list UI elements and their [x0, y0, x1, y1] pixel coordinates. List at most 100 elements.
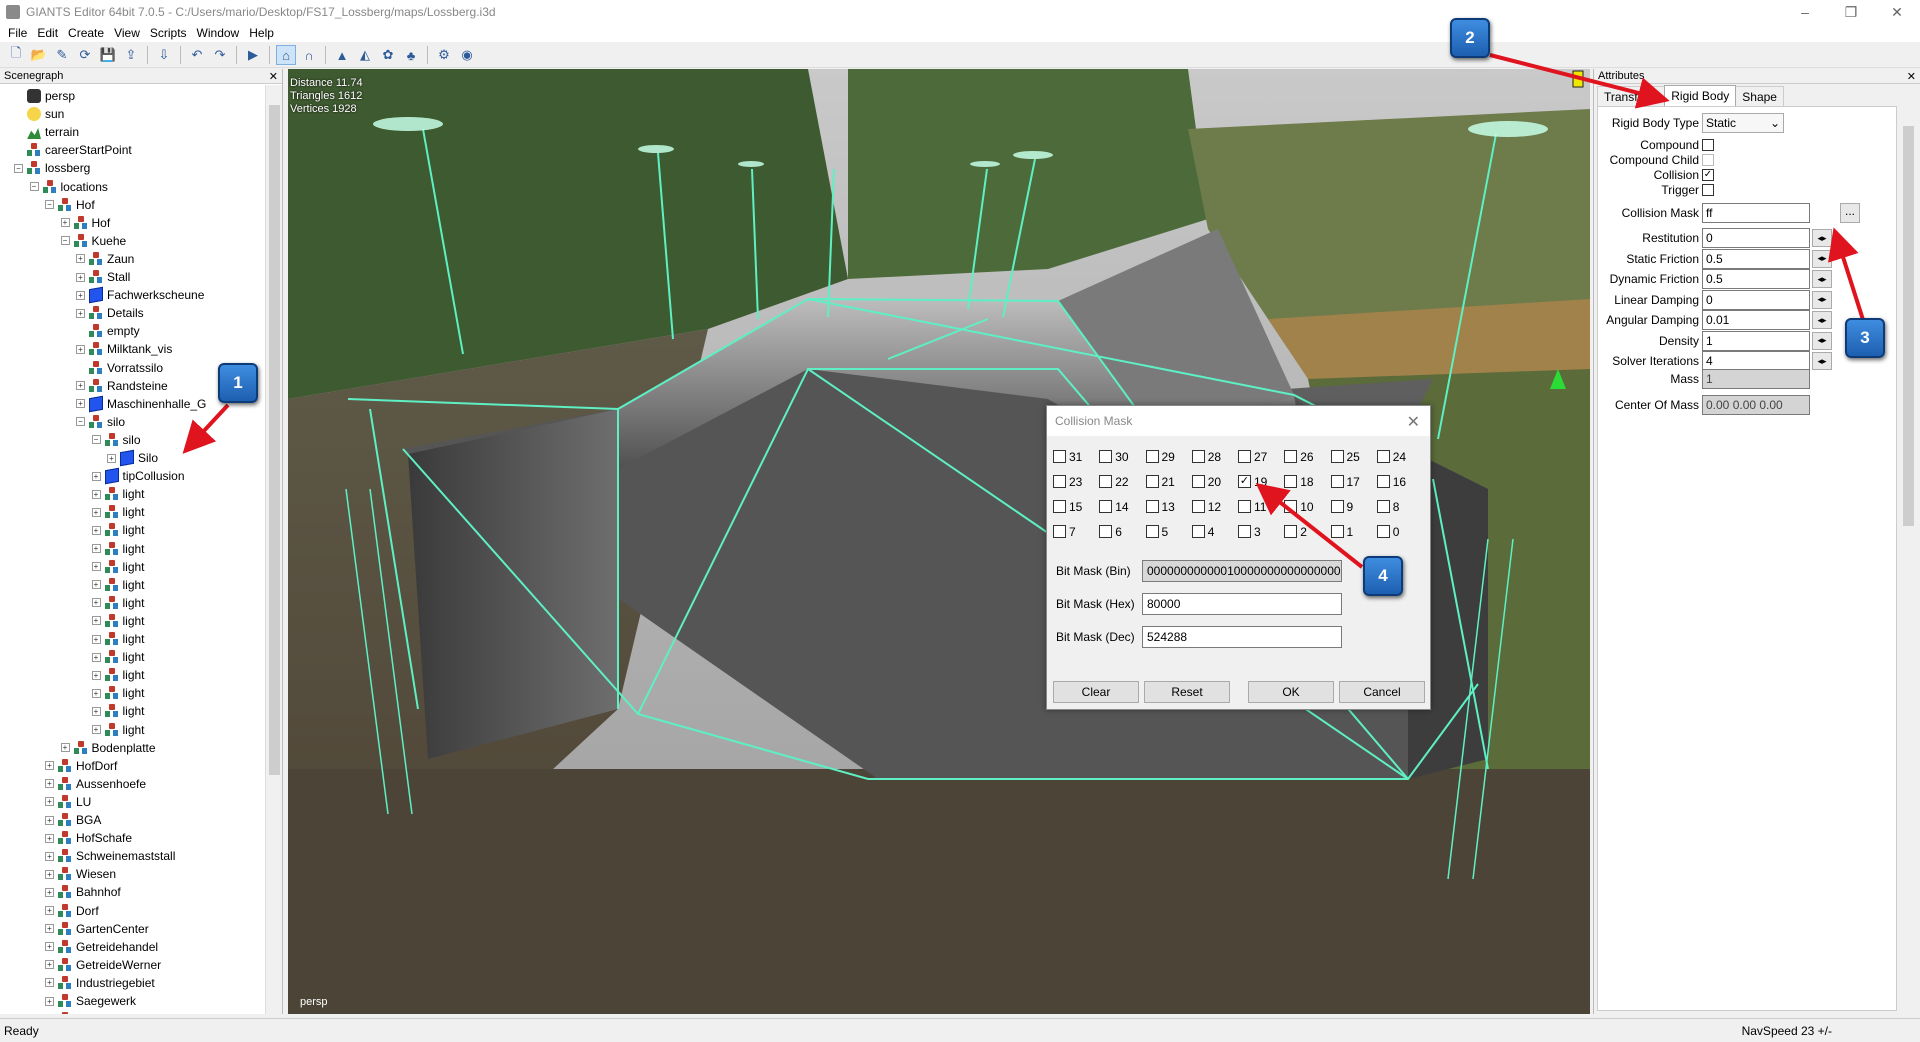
spin-arrows-icon[interactable]: ◂▸	[1812, 311, 1832, 329]
bit-checkbox[interactable]: 28	[1191, 450, 1238, 464]
tree-item[interactable]: − silo	[76, 413, 125, 431]
bit-checkbox[interactable]: 12	[1191, 500, 1238, 514]
tree-item[interactable]: terrain	[14, 123, 79, 141]
expand-icon[interactable]: +	[91, 471, 101, 481]
tab-transform[interactable]: Transform	[1597, 86, 1666, 106]
solver-iterations-input[interactable]: 4	[1702, 351, 1810, 371]
expand-icon[interactable]: +	[76, 381, 85, 391]
tree-item[interactable]: + Randsteine	[76, 377, 168, 395]
tree-item[interactable]: + Getreidehandel	[45, 938, 158, 956]
tree-item[interactable]: + Zaun	[76, 250, 134, 268]
bit-checkbox[interactable]: 26	[1284, 450, 1330, 464]
expand-icon[interactable]: +	[91, 562, 101, 572]
bit-checkbox[interactable]: 4	[1191, 525, 1238, 539]
tree-item[interactable]: + light	[91, 540, 145, 558]
collapse-icon[interactable]: −	[76, 417, 85, 427]
expand-icon[interactable]: +	[91, 725, 101, 734]
expand-icon[interactable]: +	[45, 978, 54, 988]
tree-item[interactable]: + Saegewerk	[45, 992, 136, 1010]
menu-edit[interactable]: Edit	[35, 26, 66, 40]
close-button[interactable]: ✕	[1874, 0, 1920, 24]
expand-icon[interactable]: +	[60, 743, 70, 753]
bit-checkbox[interactable]: 0	[1376, 525, 1423, 539]
expand-icon[interactable]: +	[91, 706, 101, 716]
linear-damping-input[interactable]: 0	[1702, 289, 1810, 310]
expand-icon[interactable]: +	[91, 580, 101, 590]
tree-item[interactable]: + HofDorf	[45, 757, 117, 775]
menu-file[interactable]: File	[6, 26, 35, 40]
hex-field[interactable]: 80000	[1142, 593, 1342, 615]
bit-checkbox[interactable]: 18	[1284, 475, 1330, 489]
open-icon[interactable]: 📂	[29, 45, 49, 65]
new-icon[interactable]: 🗋	[6, 45, 26, 65]
expand-icon[interactable]: +	[45, 869, 54, 879]
expand-icon[interactable]: +	[76, 290, 85, 300]
menu-help[interactable]: Help	[247, 26, 282, 40]
bit-checkbox[interactable]: 27	[1238, 450, 1284, 464]
tree-item[interactable]: + Details	[76, 304, 144, 322]
tree-item[interactable]: + light	[91, 666, 145, 684]
expand-icon[interactable]: +	[45, 851, 54, 861]
tree-item[interactable]: + light	[91, 485, 145, 503]
scrollbar-thumb[interactable]	[269, 105, 280, 775]
spin-arrows-icon[interactable]: ◂▸	[1812, 229, 1832, 247]
expand-icon[interactable]: +	[91, 489, 101, 499]
tree-item[interactable]: + Fachwerkscheune	[76, 286, 204, 304]
expand-icon[interactable]: +	[45, 906, 54, 915]
bit-checkbox[interactable]: ✓ 19	[1238, 475, 1284, 489]
bit-checkbox[interactable]: 15	[1053, 500, 1099, 514]
bit-checkbox[interactable]: 7	[1053, 525, 1099, 539]
tree-item[interactable]: + Schweinemaststall	[45, 847, 175, 865]
tree-item[interactable]: sun	[14, 105, 64, 123]
redo-icon[interactable]: ↷	[210, 45, 230, 65]
rigid-body-type-select[interactable]: Static ⌄	[1702, 113, 1784, 133]
tree-item[interactable]: + Milktank_vis	[76, 340, 172, 358]
tree-item[interactable]: + Aussenhoefe	[45, 775, 146, 793]
refresh-icon[interactable]: ⟳	[75, 45, 95, 65]
tab-shape[interactable]: Shape	[1735, 86, 1784, 106]
tree-item[interactable]: +loadPlaces	[45, 1010, 135, 1014]
static-friction-input[interactable]: 0.5	[1702, 248, 1810, 269]
terrain-sculpt-icon[interactable]: ◭	[355, 45, 375, 65]
collapse-icon[interactable]: −	[45, 200, 54, 210]
expand-icon[interactable]: +	[91, 544, 101, 553]
export-icon[interactable]: ⇪	[121, 45, 141, 65]
reset-button[interactable]: Reset	[1144, 681, 1230, 703]
expand-icon[interactable]: +	[91, 652, 101, 662]
bit-checkbox[interactable]: 16	[1376, 475, 1423, 489]
restitution-input[interactable]: 0	[1702, 228, 1810, 248]
bit-checkbox[interactable]: 11	[1238, 500, 1284, 514]
edit-icon[interactable]: ✎	[52, 45, 72, 65]
tree-item[interactable]: + tipCollusion	[91, 467, 185, 485]
bit-checkbox[interactable]: 10	[1284, 500, 1330, 514]
menu-create[interactable]: Create	[66, 26, 112, 40]
bit-checkbox[interactable]: 3	[1238, 525, 1284, 539]
tree-item[interactable]: + Bodenplatte	[60, 739, 156, 757]
bit-checkbox[interactable]: 5	[1145, 525, 1192, 539]
expand-icon[interactable]: +	[91, 616, 101, 626]
save-icon[interactable]: 💾	[98, 45, 118, 65]
expand-icon[interactable]: +	[91, 670, 101, 680]
bit-checkbox[interactable]: 14	[1099, 500, 1145, 514]
tree-item[interactable]: + Stall	[76, 268, 130, 286]
expand-icon[interactable]: +	[91, 525, 101, 535]
maximize-button[interactable]: ❐	[1828, 0, 1874, 24]
bin-field[interactable]: 00000000000010000000000000000000	[1142, 560, 1342, 582]
bit-checkbox[interactable]: 20	[1191, 475, 1238, 489]
menu-window[interactable]: Window	[195, 26, 248, 40]
bit-checkbox[interactable]: 30	[1099, 450, 1145, 464]
dec-field[interactable]: 524288	[1142, 626, 1342, 648]
tree-item[interactable]: − lossberg	[14, 159, 90, 177]
tree-item[interactable]: + GetreideWerner	[45, 956, 161, 974]
tree-item[interactable]: + light	[91, 630, 145, 648]
expand-icon[interactable]: +	[91, 507, 101, 517]
clear-button[interactable]: Clear	[1053, 681, 1139, 703]
collapse-icon[interactable]: −	[14, 163, 23, 173]
scenegraph-scrollbar[interactable]	[265, 85, 282, 1014]
tree-item[interactable]: empty	[76, 322, 140, 340]
bit-checkbox[interactable]: 24	[1376, 450, 1423, 464]
tree-item[interactable]: + light	[91, 648, 145, 666]
globe-icon[interactable]: ◉	[457, 45, 477, 65]
import-icon[interactable]: ⇩	[154, 45, 174, 65]
expand-icon[interactable]: +	[45, 924, 54, 934]
